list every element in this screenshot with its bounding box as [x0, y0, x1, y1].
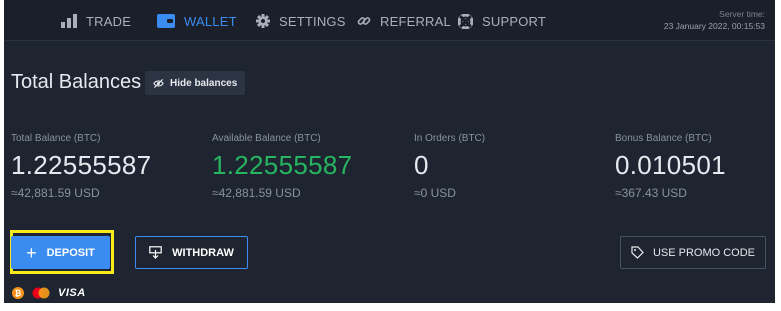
- visa-label: VISA: [58, 287, 86, 299]
- available-balance: Available Balance (BTC) 1.22555587 ≈42,8…: [212, 133, 352, 200]
- withdraw-label: WITHDRAW: [172, 246, 234, 259]
- svg-text:₿: ₿: [15, 289, 22, 298]
- deposit-label: DEPOSIT: [46, 246, 95, 259]
- nav-trade[interactable]: TRADE: [61, 11, 131, 31]
- nav-support[interactable]: SUPPORT: [458, 11, 546, 31]
- bonus-balance-value: 0.010501: [615, 150, 726, 180]
- visa-icon: VISA: [58, 287, 86, 299]
- nav-wallet[interactable]: WALLET: [157, 11, 237, 31]
- nav-referral[interactable]: REFERRAL: [357, 11, 451, 31]
- in-orders-balance: In Orders (BTC) 0 ≈0 USD: [414, 133, 485, 200]
- promo-label: USE PROMO CODE: [652, 246, 756, 259]
- total-balance-value: 1.22555587: [11, 150, 152, 180]
- withdraw-button[interactable]: WITHDRAW: [135, 236, 248, 269]
- bonus-balance-usd: ≈367.43 USD: [615, 186, 687, 200]
- mastercard-icon: [32, 287, 50, 299]
- total-balance-usd: ≈42,881.59 USD: [11, 186, 100, 200]
- gear-icon: [256, 14, 270, 28]
- nav-settings[interactable]: SETTINGS: [256, 11, 346, 31]
- tag-icon: [631, 246, 644, 259]
- wallet-icon: [157, 14, 175, 28]
- deposit-button[interactable]: + DEPOSIT: [11, 236, 110, 269]
- total-balance: Total Balance (BTC) 1.22555587 ≈42,881.5…: [11, 133, 151, 200]
- nav-referral-label: REFERRAL: [380, 13, 451, 29]
- server-time-value: 23 January 2022, 00:15:53: [663, 21, 765, 31]
- bar-chart-icon: [61, 14, 77, 28]
- plus-icon: +: [26, 242, 37, 263]
- wallet-panel: TRADE WALLET SETTINGS REFERRAL SUPPORT S…: [4, 0, 775, 303]
- eye-slash-icon: [153, 78, 164, 88]
- bitcoin-icon: ₿: [12, 287, 24, 299]
- available-balance-label: Available Balance (BTC): [212, 133, 321, 144]
- withdraw-icon: [149, 246, 162, 259]
- in-orders-usd: ≈0 USD: [414, 186, 456, 200]
- nav-wallet-label: WALLET: [184, 13, 237, 29]
- hide-balances-button[interactable]: Hide balances: [145, 71, 246, 95]
- server-time: Server time: 23 January 2022, 00:15:53: [664, 8, 765, 32]
- use-promo-code-button[interactable]: USE PROMO CODE: [620, 236, 766, 269]
- in-orders-label: In Orders (BTC): [414, 133, 486, 144]
- top-navigation: TRADE WALLET SETTINGS REFERRAL SUPPORT S…: [4, 0, 775, 41]
- server-time-label: Server time:: [719, 9, 765, 19]
- in-orders-value: 0: [414, 150, 429, 180]
- total-balance-label: Total Balance (BTC): [11, 133, 101, 144]
- link-icon: [357, 17, 371, 25]
- nav-trade-label: TRADE: [86, 13, 132, 29]
- bonus-balance: Bonus Balance (BTC) 0.010501 ≈367.43 USD: [615, 133, 726, 200]
- page-title: Total Balances: [11, 71, 142, 93]
- available-balance-usd: ≈42,881.59 USD: [212, 186, 301, 200]
- nav-settings-label: SETTINGS: [279, 13, 346, 29]
- hide-balances-label: Hide balances: [170, 77, 238, 89]
- lifebuoy-icon: [458, 13, 473, 29]
- nav-support-label: SUPPORT: [482, 13, 547, 29]
- available-balance-value: 1.22555587: [212, 150, 353, 180]
- bonus-balance-label: Bonus Balance (BTC): [615, 133, 712, 144]
